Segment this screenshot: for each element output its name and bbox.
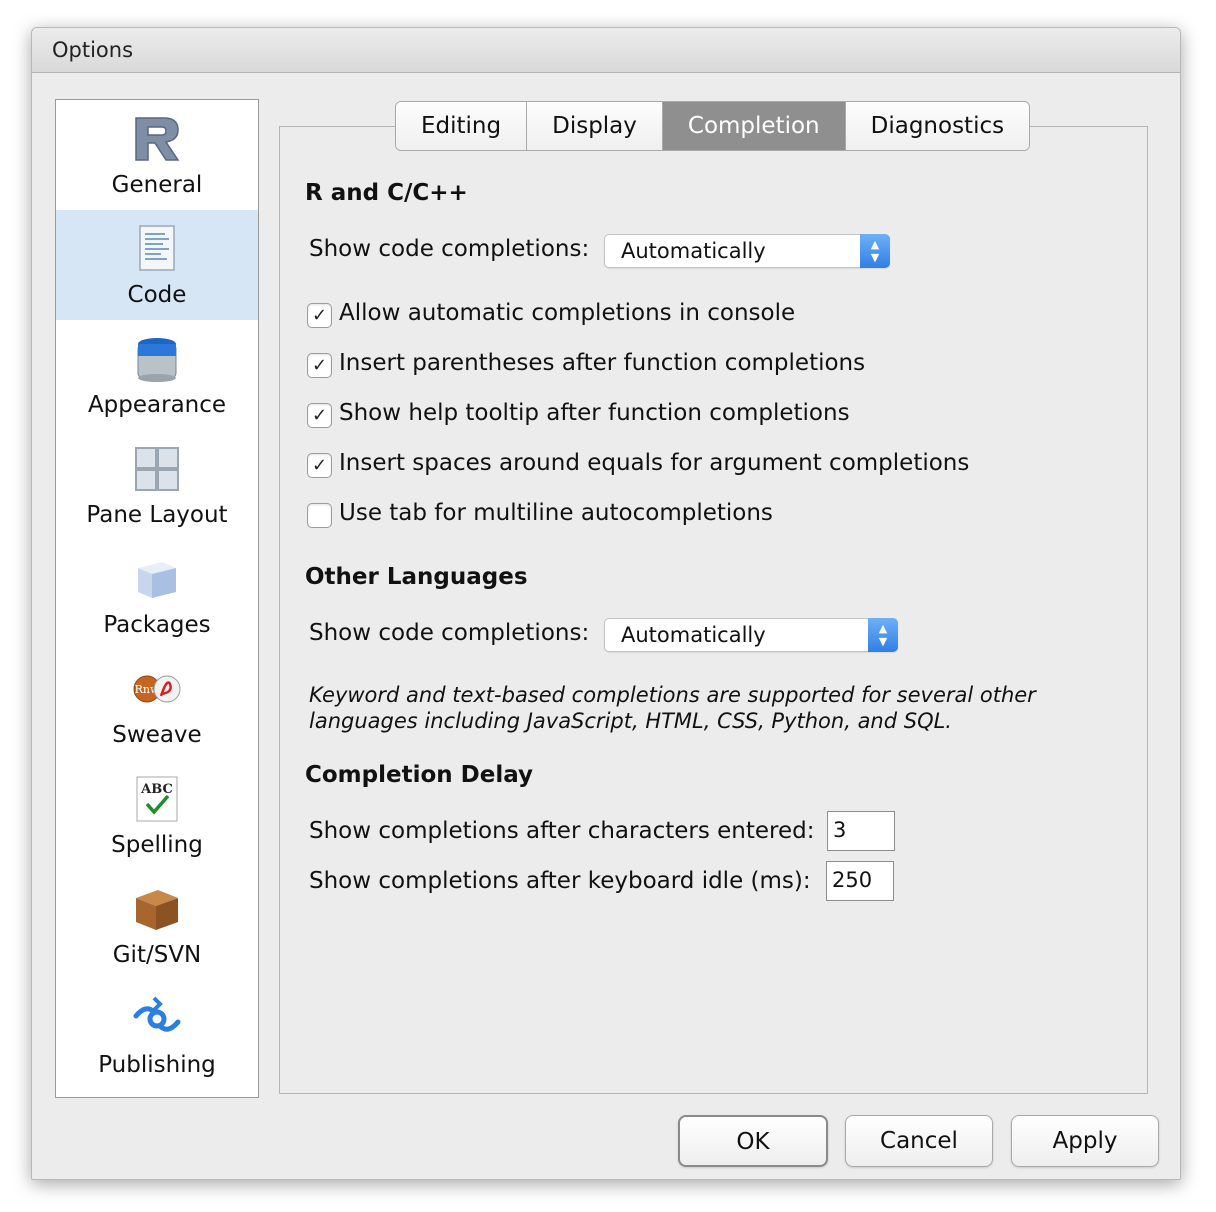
checkbox-spaces-around-equals[interactable]: ✓ [307, 453, 332, 478]
sidebar-item-appearance[interactable]: Appearance [56, 320, 258, 430]
option-label: Allow automatic completions in console [339, 300, 796, 326]
spelling-abc-icon: ABC [136, 776, 178, 822]
sidebar-item-label: Pane Layout [86, 502, 228, 528]
select-value: Automatically [621, 623, 766, 647]
sidebar-item-publishing[interactable]: Publishing [56, 980, 258, 1090]
sidebar-item-packages[interactable]: Packages [56, 540, 258, 650]
sidebar-item-label: Packages [103, 612, 211, 638]
other-languages-note: Keyword and text-based completions are s… [309, 683, 1036, 733]
options-window: Options General Code Appearance Pane Lay… [31, 27, 1181, 1180]
checkbox-insert-parentheses[interactable]: ✓ [307, 353, 332, 378]
tab-bar: Editing Display Completion Diagnostics [395, 101, 1031, 151]
tab-diagnostics[interactable]: Diagnostics [845, 102, 1030, 150]
option-label: Insert parentheses after function comple… [339, 350, 866, 376]
git-box-icon [136, 890, 178, 930]
sidebar-item-sweave[interactable]: Rnw Sweave [56, 650, 258, 760]
r-show-completions-select[interactable]: Automatically ▲ ▼ [604, 234, 890, 268]
checkbox-help-tooltip[interactable]: ✓ [307, 403, 332, 428]
sweave-icon: Rnw [133, 675, 181, 703]
option-label: Use tab for multiline autocompletions [339, 500, 773, 526]
sidebar-item-general[interactable]: General [56, 100, 258, 210]
sidebar: General Code Appearance Pane Layout Pack… [55, 99, 259, 1098]
window-title: Options [52, 38, 134, 62]
checkbox-tab-multiline[interactable] [307, 503, 332, 528]
pane-grid-icon [135, 447, 179, 491]
select-value: Automatically [621, 239, 766, 263]
sidebar-item-git-svn[interactable]: Git/SVN [56, 870, 258, 980]
checkbox-console-completions[interactable]: ✓ [307, 303, 332, 328]
r-show-completions-label: Show code completions: [309, 236, 590, 262]
publishing-icon [133, 996, 181, 1032]
keyboard-idle-input[interactable]: 250 [826, 861, 894, 901]
option-label: Insert spaces around equals for argument… [339, 450, 970, 476]
code-document-icon [139, 225, 175, 271]
completion-panel [279, 126, 1148, 1094]
sidebar-item-label: Spelling [111, 832, 203, 858]
sidebar-item-label: Code [127, 282, 187, 308]
chars-entered-input[interactable]: 3 [827, 811, 895, 851]
tab-display[interactable]: Display [527, 102, 663, 150]
other-show-completions-label: Show code completions: [309, 620, 590, 646]
sidebar-item-label: Sweave [112, 722, 202, 748]
other-show-completions-select[interactable]: Automatically ▲ ▼ [604, 618, 898, 652]
ok-button[interactable]: OK [678, 1115, 828, 1167]
tab-editing[interactable]: Editing [396, 102, 528, 150]
sidebar-item-label: General [111, 172, 203, 198]
tab-completion[interactable]: Completion [662, 102, 846, 150]
title-bar[interactable]: Options [32, 28, 1180, 73]
package-cube-icon [138, 562, 176, 598]
sidebar-item-label: Publishing [98, 1052, 216, 1078]
chars-entered-label: Show completions after characters entere… [309, 818, 815, 844]
apply-button[interactable]: Apply [1011, 1115, 1159, 1167]
cancel-button[interactable]: Cancel [845, 1115, 993, 1167]
select-arrows-icon: ▲ ▼ [868, 618, 898, 652]
sidebar-item-spelling[interactable]: ABC Spelling [56, 760, 258, 870]
svg-text:ABC: ABC [140, 782, 173, 797]
sidebar-item-label: Appearance [87, 392, 227, 418]
other-section-title: Other Languages [305, 564, 528, 590]
select-arrows-icon: ▲ ▼ [860, 234, 890, 268]
r-section-title: R and C/C++ [305, 180, 468, 206]
paint-bucket-icon [137, 338, 177, 382]
sidebar-item-label: Git/SVN [112, 942, 202, 968]
sidebar-item-pane-layout[interactable]: Pane Layout [56, 430, 258, 540]
keyboard-idle-label: Show completions after keyboard idle (ms… [309, 868, 811, 894]
option-label: Show help tooltip after function complet… [339, 400, 850, 426]
sidebar-item-code[interactable]: Code [56, 210, 258, 320]
delay-section-title: Completion Delay [305, 762, 534, 788]
r-logo-icon [135, 117, 180, 161]
